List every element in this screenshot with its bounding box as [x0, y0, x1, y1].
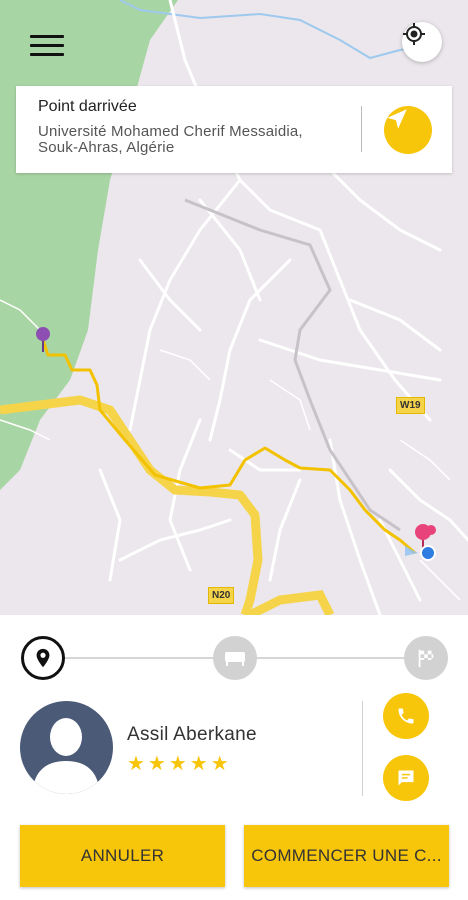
crosshair-icon: [403, 23, 425, 45]
menu-button[interactable]: [28, 30, 68, 60]
finish-flag-icon: [418, 649, 434, 668]
destination-address: Université Mohamed Cherif Messaidia, Sou…: [38, 123, 303, 156]
person-silhouette-icon: [32, 718, 100, 794]
trip-panel: Assil Aberkane ★★★★★ ANNULER COMMENCER U…: [0, 615, 468, 900]
navigate-button[interactable]: [384, 106, 432, 154]
destination-title: Point darrivée: [38, 98, 137, 115]
step-waiting[interactable]: [213, 636, 257, 680]
driver-rating-stars: ★★★★★: [127, 753, 232, 775]
driver-name: Assil Aberkane: [127, 724, 257, 745]
step-pickup[interactable]: [21, 636, 65, 680]
my-location-button[interactable]: [402, 22, 442, 62]
cancel-button[interactable]: ANNULER: [20, 825, 225, 887]
road-label-n20: N20: [208, 587, 235, 604]
chat-icon: [398, 770, 414, 786]
destination-divider: [361, 106, 362, 152]
road-label-w19: W19: [396, 397, 425, 414]
navigation-arrow-icon: [387, 109, 407, 129]
location-pin-icon: [36, 648, 50, 668]
bed-icon: [225, 652, 245, 666]
message-button[interactable]: [383, 755, 429, 801]
phone-icon: [398, 708, 414, 724]
call-button[interactable]: [383, 693, 429, 739]
driver-avatar: [20, 701, 113, 794]
start-trip-button[interactable]: COMMENCER UNE C...: [244, 825, 449, 887]
destination-card[interactable]: Point darrivée Université Mohamed Cherif…: [16, 86, 452, 173]
step-finish[interactable]: [404, 636, 448, 680]
hamburger-icon: [30, 35, 64, 38]
map-view[interactable]: W19 N20 Point darrivée Université Mohame…: [0, 0, 468, 615]
driver-actions-divider: [362, 701, 363, 796]
destination-pin-icon: [415, 524, 436, 548]
